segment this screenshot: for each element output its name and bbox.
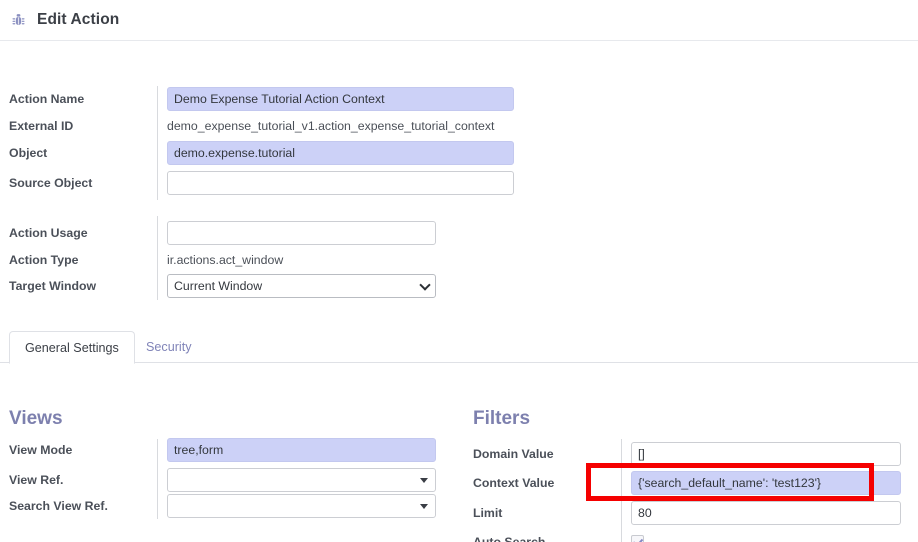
tab-security[interactable]: Security — [131, 331, 207, 363]
edit-action-screen: Edit Action Action Name External ID demo… — [0, 0, 918, 542]
limit-input[interactable] — [631, 500, 901, 525]
bug-icon — [9, 11, 27, 29]
object-input[interactable] — [167, 140, 514, 165]
search-view-ref-input[interactable] — [167, 493, 436, 518]
action-name-input[interactable] — [167, 86, 514, 111]
label-domain-value: Domain Value — [473, 446, 554, 461]
tab-general-settings-label: General Settings — [25, 340, 119, 355]
field-row-auto-search: Auto Search — [473, 528, 644, 542]
field-row-view-ref: View Ref. — [9, 466, 436, 493]
context-value-input[interactable] — [631, 470, 901, 495]
domain-value-input[interactable] — [631, 441, 901, 466]
view-ref-wrap — [167, 467, 436, 492]
label-object: Object — [9, 145, 48, 160]
label-view-mode: View Mode — [9, 442, 73, 457]
action-usage-input[interactable] — [167, 220, 436, 245]
filters-section-title: Filters — [473, 408, 531, 429]
page-title: Edit Action — [37, 11, 120, 28]
page-header: Edit Action — [0, 0, 918, 41]
field-row-view-mode: View Mode — [9, 436, 436, 463]
external-id-value: demo_expense_tutorial_v1.action_expense_… — [167, 118, 495, 133]
tab-bar: General Settings Security — [0, 331, 918, 364]
label-target-window: Target Window — [9, 278, 97, 293]
label-source-object: Source Object — [9, 175, 93, 190]
tab-general-settings[interactable]: General Settings — [9, 331, 135, 364]
label-context-value: Context Value — [473, 475, 555, 490]
field-row-context-value: Context Value — [473, 469, 901, 496]
target-window-select-wrap: Current Window — [167, 273, 436, 298]
views-section-title: Views — [9, 408, 63, 429]
view-mode-input[interactable] — [167, 437, 436, 462]
label-action-name: Action Name — [9, 91, 85, 106]
field-row-target-window: Target Window Current Window — [9, 272, 436, 299]
field-row-external-id: External ID demo_expense_tutorial_v1.act… — [9, 112, 494, 139]
search-view-ref-wrap — [167, 493, 436, 518]
field-row-search-view-ref: Search View Ref. — [9, 492, 436, 519]
field-row-domain-value: Domain Value — [473, 440, 901, 467]
label-auto-search: Auto Search — [473, 534, 546, 542]
field-row-action-usage: Action Usage — [9, 219, 436, 246]
label-action-usage: Action Usage — [9, 225, 88, 240]
field-row-action-type: Action Type ir.actions.act_window — [9, 246, 283, 273]
field-row-source-object: Source Object — [9, 169, 514, 196]
field-row-limit: Limit — [473, 499, 901, 526]
field-row-action-name: Action Name — [9, 85, 514, 112]
action-type-value: ir.actions.act_window — [167, 252, 284, 267]
label-limit: Limit — [473, 505, 503, 520]
label-external-id: External ID — [9, 118, 74, 133]
target-window-select[interactable]: Current Window — [167, 273, 436, 298]
field-row-object: Object — [9, 139, 514, 166]
label-action-type: Action Type — [9, 252, 79, 267]
view-ref-input[interactable] — [167, 467, 436, 492]
tab-security-label: Security — [146, 340, 192, 354]
label-view-ref: View Ref. — [9, 472, 64, 487]
auto-search-checkbox[interactable] — [631, 535, 644, 542]
label-search-view-ref: Search View Ref. — [9, 498, 108, 513]
source-object-input[interactable] — [167, 170, 514, 195]
